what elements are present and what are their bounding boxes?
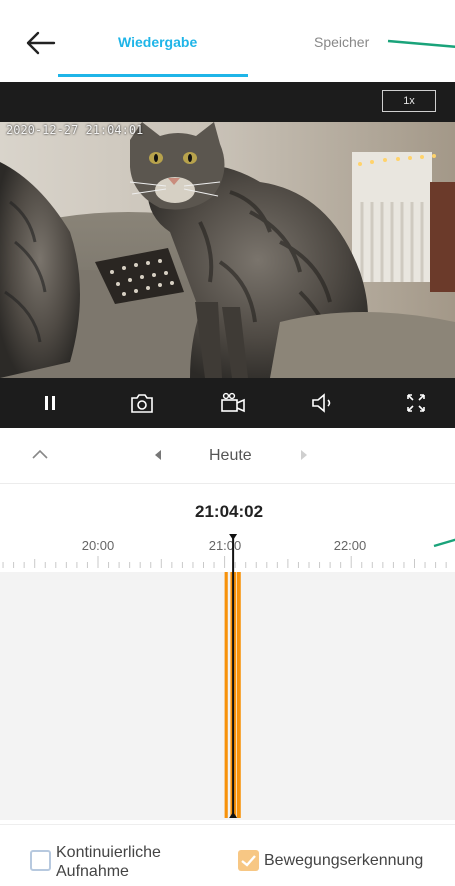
- back-arrow-icon[interactable]: [24, 28, 60, 58]
- tab-speicher[interactable]: Speicher: [314, 34, 369, 50]
- chevron-up-icon[interactable]: [30, 446, 50, 462]
- motion-detection-label: Bewegungserkennung: [264, 852, 424, 869]
- current-date-label: Heute: [209, 447, 252, 464]
- fullscreen-icon[interactable]: [402, 390, 430, 416]
- zoom-level-button[interactable]: 1x: [382, 90, 436, 112]
- time-ruler[interactable]: 20:00 21:00 22:00: [0, 534, 455, 572]
- snapshot-camera-icon[interactable]: [128, 390, 156, 416]
- current-playback-time: 21:04:02: [195, 502, 264, 521]
- motion-recording-segment: [224, 572, 228, 818]
- tab-wiedergabe[interactable]: Wiedergabe: [118, 34, 197, 50]
- motion-detection-checkbox[interactable]: [238, 850, 259, 871]
- previous-day-icon[interactable]: [152, 449, 164, 461]
- hour-label: 21:00: [209, 538, 242, 553]
- annotation-line: [433, 538, 455, 548]
- continuous-recording-checkbox[interactable]: [30, 850, 51, 871]
- continuous-recording-label: Kontinuierliche Aufnahme: [56, 844, 161, 880]
- active-tab-indicator: [58, 74, 248, 77]
- motion-recording-segment: [236, 572, 241, 818]
- pause-icon[interactable]: [36, 390, 64, 416]
- record-video-icon[interactable]: [219, 390, 247, 416]
- video-timestamp: 2020-12-27 21:04:01: [6, 123, 144, 137]
- hour-label: 22:00: [334, 538, 367, 553]
- recording-segments[interactable]: [0, 572, 455, 818]
- next-day-icon[interactable]: [298, 449, 310, 461]
- check-icon: [241, 855, 256, 867]
- volume-icon[interactable]: [310, 390, 338, 416]
- hour-label: 20:00: [82, 538, 115, 553]
- annotation-line: [387, 39, 455, 48]
- camera-video-frame[interactable]: [0, 122, 455, 378]
